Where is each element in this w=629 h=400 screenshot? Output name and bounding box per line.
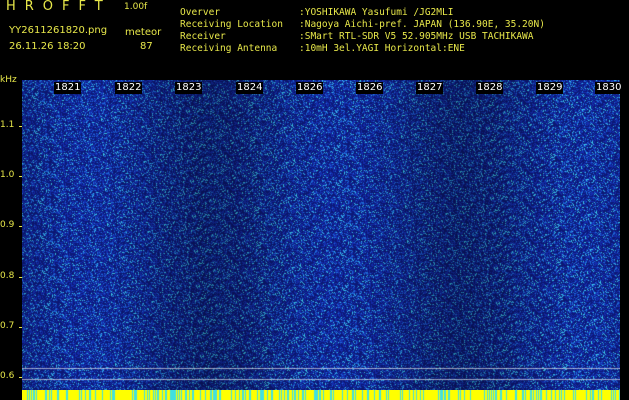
info-value: :SMart RTL-SDR V5 52.905MHz USB TACHIKAW… [299,31,534,42]
info-value: :10mH 3el.YAGI Horizontal:ENE [299,43,465,54]
y-tick-label: 0.9 [0,220,15,230]
datetime-label: 26.11.26 18:20 [9,41,86,52]
info-key: Receiving Antenna [180,43,278,54]
y-tick-label: 0.6 [0,371,15,381]
info-key: Receiver [180,31,226,42]
y-tick-label: 1.0 [0,170,15,180]
time-label: 1824 [236,82,264,94]
time-label: 1829 [536,82,564,94]
y-tick-mark [19,176,22,177]
info-observer: Overver :YOSHIKAWA Yasufumi /JG2MLI [180,7,453,18]
time-label: 1826 [296,82,324,94]
spectrogram-canvas [22,80,620,394]
y-tick-label: 0.8 [0,271,15,281]
y-tick-mark [19,377,22,378]
meteor-label: meteor [125,27,162,38]
signal-level-bar [22,390,620,400]
version-label: 1.00f [124,2,148,12]
y-tick-label: 1.1 [0,120,15,130]
y-tick-mark [19,327,22,328]
time-label: 1823 [175,82,203,94]
meteor-count: 87 [140,41,153,52]
info-key: Receiving Location [180,19,283,30]
info-value: :YOSHIKAWA Yasufumi /JG2MLI [299,7,454,18]
info-value: :Nagoya Aichi-pref. JAPAN (136.90E, 35.2… [299,19,545,30]
info-antenna: Receiving Antenna :10mH 3el.YAGI Horizont… [180,43,465,54]
time-label: 1827 [416,82,444,94]
info-key: Overver [180,7,221,18]
axis-unit-label: kHz [0,75,17,85]
y-tick-mark [19,226,22,227]
info-location: Receiving Location :Nagoya Aichi-pref. JA… [180,19,545,30]
info-receiver: Receiver :SMart RTL-SDR V5 52.905MHz USB … [180,31,534,42]
y-tick-label: 0.7 [0,321,15,331]
y-tick-mark [19,126,22,127]
y-tick-mark [19,277,22,278]
filename-label: YY2611261820.png [9,25,108,36]
time-label: 1828 [476,82,504,94]
app-title: HROFFT [6,0,112,14]
time-label: 1821 [54,82,82,94]
time-label: 1822 [115,82,143,94]
time-label: 1830 [595,82,623,94]
time-label: 1826 [356,82,384,94]
